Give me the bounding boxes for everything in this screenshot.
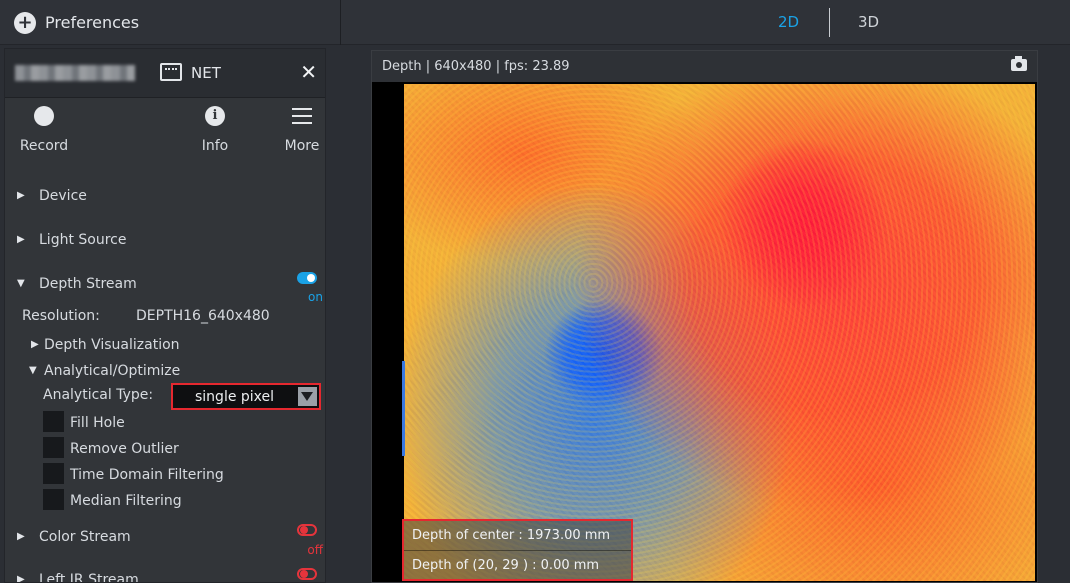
- section-depth-stream[interactable]: ▼ Depth Stream on: [5, 272, 325, 306]
- action-bar: Record i Info More: [5, 98, 325, 173]
- fill-hole-row: Fill Hole: [5, 415, 325, 435]
- network-icon: [160, 63, 182, 81]
- chevron-down-icon: [298, 387, 317, 406]
- depth-visualization-label: Depth Visualization: [44, 337, 180, 353]
- expand-right-icon: ▶: [17, 531, 25, 542]
- depth-readout-box: Depth of center : 1973.00 mm Depth of (2…: [402, 519, 633, 581]
- readout-divider: [404, 550, 631, 551]
- depth-edge-strip: [402, 361, 405, 456]
- depth-stream-state: on: [308, 290, 323, 304]
- expand-right-icon: ▶: [17, 190, 25, 201]
- depth-image[interactable]: [404, 84, 1035, 581]
- expand-down-icon: ▼: [29, 365, 37, 376]
- more-label: More: [284, 138, 320, 154]
- analytical-optimize-item[interactable]: ▼ Analytical/Optimize: [5, 363, 325, 383]
- analytical-type-value: single pixel: [195, 389, 275, 405]
- info-button[interactable]: i Info: [195, 106, 235, 154]
- resolution-label: Resolution:: [22, 308, 100, 324]
- depth-noise-texture: [404, 84, 1035, 581]
- section-left-ir-stream[interactable]: ▶ Left IR Stream: [5, 568, 325, 583]
- expand-down-icon: ▼: [17, 278, 25, 289]
- depth-stream-window: Depth | 640x480 | fps: 23.89 Depth of ce…: [371, 50, 1038, 583]
- center-depth-readout: Depth of center : 1973.00 mm: [412, 528, 611, 543]
- analytical-type-label: Analytical Type:: [43, 387, 154, 403]
- stream-view-area: Depth | 640x480 | fps: 23.89 Depth of ce…: [341, 46, 1070, 583]
- preferences-label: Preferences: [45, 13, 140, 32]
- preferences-button[interactable]: + Preferences: [0, 0, 341, 45]
- color-stream-toggle[interactable]: [297, 524, 317, 536]
- plus-icon: +: [14, 11, 36, 34]
- record-icon: [34, 106, 54, 126]
- close-icon[interactable]: ✕: [300, 60, 317, 84]
- expand-right-icon: ▶: [17, 234, 25, 245]
- color-stream-state: off: [307, 543, 323, 557]
- section-device[interactable]: ▶ Device: [5, 188, 325, 208]
- menu-icon: [292, 106, 312, 126]
- device-panel: NET ✕ Record i Info More ▶ Device ▶ Ligh…: [4, 48, 326, 583]
- section-depth-stream-label: Depth Stream: [39, 276, 137, 292]
- camera-icon[interactable]: [1011, 56, 1027, 71]
- more-button[interactable]: More: [279, 106, 325, 154]
- tab-divider: [829, 8, 830, 37]
- device-name-redacted: [15, 65, 135, 81]
- section-color-stream[interactable]: ▶ Color Stream off: [5, 524, 325, 559]
- median-filtering-row: Median Filtering: [5, 493, 325, 513]
- record-button[interactable]: Record: [19, 106, 69, 154]
- depth-stream-toggle[interactable]: [297, 272, 317, 284]
- remove-outlier-row: Remove Outlier: [5, 441, 325, 461]
- info-icon: i: [205, 106, 225, 126]
- tab-3d[interactable]: 3D: [858, 0, 879, 45]
- section-device-label: Device: [39, 188, 87, 204]
- left-ir-stream-toggle[interactable]: [297, 568, 317, 580]
- resolution-row: Resolution: DEPTH16_640x480: [5, 308, 325, 328]
- time-domain-filtering-row: Time Domain Filtering: [5, 467, 325, 487]
- section-light-source[interactable]: ▶ Light Source: [5, 232, 325, 252]
- stream-title-bar: Depth | 640x480 | fps: 23.89: [372, 51, 1037, 82]
- record-label: Record: [19, 138, 69, 154]
- connection-label: NET: [191, 64, 221, 82]
- expand-right-icon: ▶: [31, 339, 39, 350]
- fill-hole-label: Fill Hole: [70, 415, 125, 431]
- device-header: NET ✕: [5, 49, 325, 98]
- section-left-ir-stream-label: Left IR Stream: [39, 572, 139, 583]
- tab-2d[interactable]: 2D: [778, 0, 799, 45]
- remove-outlier-label: Remove Outlier: [70, 441, 179, 457]
- analytical-type-select[interactable]: single pixel: [171, 383, 321, 410]
- info-label: Info: [201, 138, 229, 154]
- stream-title: Depth | 640x480 | fps: 23.89: [382, 59, 570, 74]
- depth-visualization-item[interactable]: ▶ Depth Visualization: [5, 337, 325, 357]
- top-bar: + Preferences 2D 3D: [0, 0, 1070, 45]
- resolution-value: DEPTH16_640x480: [136, 308, 270, 324]
- time-domain-filtering-label: Time Domain Filtering: [70, 467, 224, 483]
- expand-right-icon: ▶: [17, 574, 25, 583]
- analytical-optimize-label: Analytical/Optimize: [44, 363, 181, 379]
- section-color-stream-label: Color Stream: [39, 529, 131, 545]
- median-filtering-label: Median Filtering: [70, 493, 182, 509]
- pixel-depth-readout: Depth of (20, 29 ) : 0.00 mm: [412, 558, 600, 573]
- section-light-source-label: Light Source: [39, 232, 127, 248]
